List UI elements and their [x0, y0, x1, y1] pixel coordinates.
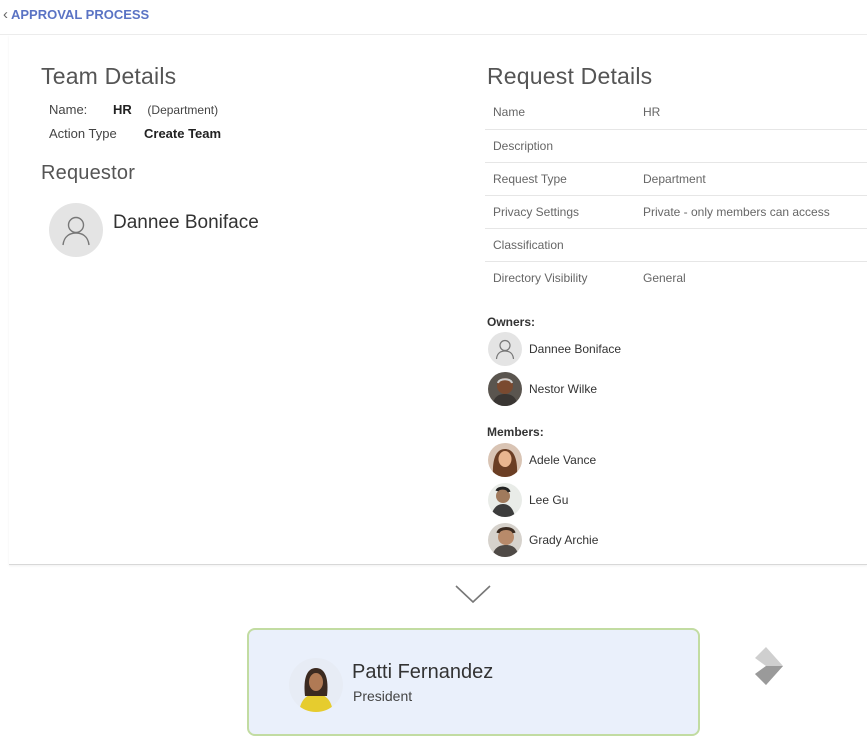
back-label: APPROVAL PROCESS	[11, 7, 150, 22]
diamond-arrow-icon[interactable]	[752, 645, 786, 692]
detail-key: Directory Visibility	[493, 270, 588, 285]
action-type-label: Action Type	[49, 126, 117, 141]
team-name-value: HR	[113, 102, 132, 117]
owner-item: Nestor Wilke	[488, 372, 597, 406]
action-type-value: Create Team	[144, 126, 222, 141]
chevron-left-icon: ‹	[3, 6, 8, 23]
detail-value: Department	[643, 171, 706, 186]
detail-key: Privacy Settings	[493, 204, 580, 219]
detail-key: Name	[493, 105, 526, 120]
request-details-title: Request Details	[487, 63, 653, 89]
person-placeholder-icon	[488, 332, 522, 366]
back-link[interactable]: ‹ APPROVAL PROCESS	[3, 6, 149, 23]
approver-role: President	[353, 688, 413, 704]
owner-name: Dannee Boniface	[529, 342, 622, 356]
table-row: Directory Visibility General	[485, 261, 867, 294]
requestor-name: Dannee Boniface	[113, 212, 259, 233]
avatar	[488, 372, 522, 406]
detail-value: Private - only members can access	[643, 204, 830, 219]
team-name-sub: (Department)	[147, 103, 219, 117]
requestor-title: Requestor	[41, 162, 136, 184]
chevron-down-icon[interactable]	[454, 583, 492, 610]
member-name: Lee Gu	[529, 493, 569, 507]
team-name-row: Name: HR (Department)	[49, 102, 218, 117]
detail-key: Request Type	[493, 171, 567, 186]
member-item: Lee Gu	[488, 483, 568, 517]
request-details-table: Name HR Description Request Type Departm…	[485, 96, 867, 294]
table-row: Request Type Department	[485, 162, 867, 195]
requestor: Dannee Boniface	[49, 203, 259, 257]
action-type-row: Action Type Create Team	[49, 126, 221, 141]
avatar	[488, 443, 522, 477]
owner-name: Nestor Wilke	[529, 382, 598, 396]
detail-value: HR	[643, 105, 661, 120]
top-bar: ‹ APPROVAL PROCESS	[0, 0, 867, 35]
team-name-label: Name:	[49, 102, 88, 117]
detail-key: Description	[493, 138, 554, 153]
owner-item: Dannee Boniface	[488, 332, 621, 366]
avatar	[488, 523, 522, 557]
member-item: Grady Archie	[488, 523, 598, 557]
detail-key: Classification	[493, 237, 564, 252]
details-card: Team Details Name: HR (Department) Action…	[9, 35, 867, 565]
person-placeholder-icon	[49, 203, 103, 257]
member-item: Adele Vance	[488, 443, 596, 477]
avatar	[488, 483, 522, 517]
approver-name: Patti Fernandez	[352, 661, 494, 683]
member-name: Adele Vance	[529, 453, 597, 467]
approver-card[interactable]: Patti Fernandez President	[247, 628, 700, 736]
team-details-title: Team Details	[41, 63, 177, 89]
detail-value	[635, 228, 867, 261]
avatar	[289, 658, 343, 712]
table-row: Privacy Settings Private - only members …	[485, 195, 867, 228]
members-label: Members:	[487, 425, 544, 439]
member-name: Grady Archie	[529, 533, 599, 547]
table-row: Classification	[485, 228, 867, 261]
table-row: Description	[485, 129, 867, 162]
table-row: Name HR	[485, 96, 867, 129]
detail-value	[635, 129, 867, 162]
owners-label: Owners:	[487, 315, 536, 329]
detail-value: General	[643, 270, 686, 285]
